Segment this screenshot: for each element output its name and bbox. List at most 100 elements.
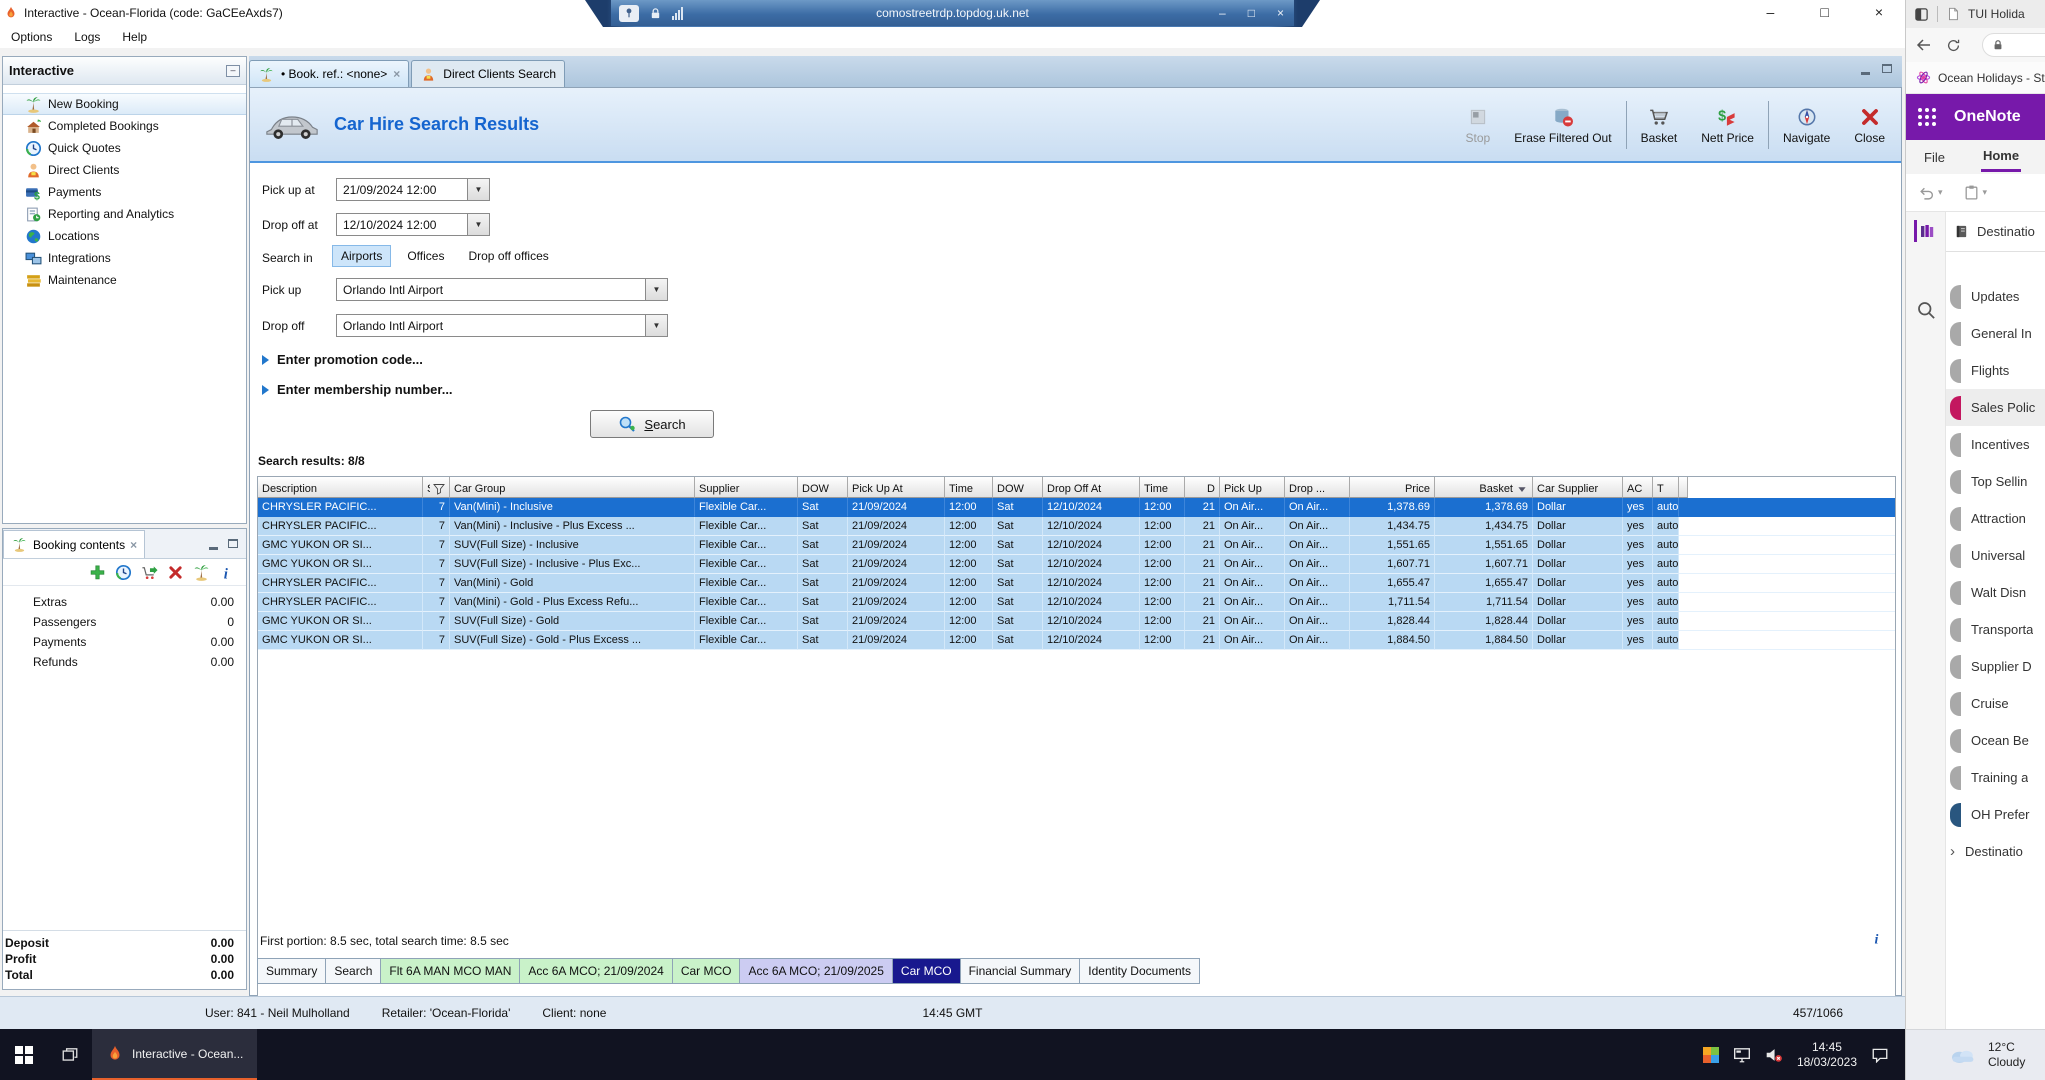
onenote-section[interactable]: › General In — [1946, 315, 2045, 352]
column-header[interactable]: DOW — [993, 477, 1043, 498]
collapse-panel-icon[interactable]: – — [226, 65, 240, 77]
onenote-section[interactable]: › Training a — [1946, 759, 2045, 796]
weather-cloud-icon[interactable] — [1948, 1045, 1978, 1065]
column-header[interactable]: Drop ... — [1285, 477, 1350, 498]
delete-icon[interactable] — [167, 564, 184, 581]
toolbar-button[interactable]: Basket — [1631, 104, 1688, 147]
onenote-section[interactable]: › Supplier D — [1946, 648, 2045, 685]
undo-button[interactable]: ▾ — [1918, 184, 1943, 201]
column-header[interactable]: Description — [258, 477, 423, 498]
restore-panel-icon[interactable] — [1882, 64, 1892, 73]
booking-section-tab[interactable]: Car MCO — [892, 958, 960, 984]
tree-item[interactable]: Integrations — [3, 247, 246, 269]
dropoff-at-input[interactable] — [336, 213, 468, 236]
onenote-section[interactable]: › Ocean Be — [1946, 722, 2045, 759]
maximize-button[interactable]: □ — [1820, 3, 1828, 21]
booking-section-tab[interactable]: Acc 6A MCO; 21/09/2024 — [519, 958, 671, 984]
onenote-section[interactable]: › Transporta — [1946, 611, 2045, 648]
table-row[interactable]: GMC YUKON OR SI...7 SUV(Full Size) - Inc… — [258, 536, 1895, 555]
paste-button[interactable]: ▾ — [1963, 184, 1988, 201]
refresh-icon[interactable] — [1946, 38, 1961, 53]
membership-expander[interactable]: Enter membership number... — [262, 382, 453, 397]
menu-item[interactable]: Help — [113, 28, 156, 46]
booking-section-tab[interactable]: Search — [325, 958, 380, 984]
rdp-close-button[interactable]: × — [1277, 6, 1284, 20]
antivirus-tray-icon[interactable] — [1703, 1047, 1719, 1063]
dropoff-location-select[interactable] — [336, 314, 646, 337]
table-row[interactable]: CHRYSLER PACIFIC...7 Van(Mini) - Inclusi… — [258, 517, 1895, 536]
column-header[interactable]: Drop Off At — [1043, 477, 1140, 498]
booking-section-tab[interactable]: Identity Documents — [1079, 958, 1200, 984]
back-icon[interactable] — [1916, 37, 1932, 53]
address-bar[interactable] — [1982, 33, 2045, 57]
search-in-option[interactable]: Offices — [399, 246, 452, 266]
column-header[interactable]: Supplier — [695, 477, 798, 498]
column-header[interactable]: Car Group — [450, 477, 695, 498]
toolbar-button[interactable]: Stop — [1456, 104, 1501, 147]
close-tab-icon[interactable]: × — [130, 538, 137, 552]
column-header[interactable]: Time — [945, 477, 993, 498]
table-row[interactable]: CHRYSLER PACIFIC...7 Van(Mini) - Gold - … — [258, 593, 1895, 612]
minimize-button[interactable]: – — [1767, 3, 1775, 21]
onenote-section[interactable]: › Flights — [1946, 352, 2045, 389]
table-row[interactable]: GMC YUKON OR SI...7 SUV(Full Size) - Inc… — [258, 555, 1895, 574]
booking-section-tab[interactable]: Flt 6A MAN MCO MAN — [380, 958, 519, 984]
info-icon[interactable]: i — [219, 564, 236, 581]
display-tray-icon[interactable] — [1733, 1047, 1751, 1063]
search-icon[interactable] — [1916, 300, 1936, 320]
notebook-header[interactable]: Destinatio — [1946, 212, 2045, 252]
rdp-minimize-button[interactable]: – — [1219, 6, 1226, 20]
taskbar-app-button[interactable]: Interactive - Ocean... — [92, 1029, 257, 1080]
booking-contents-tab[interactable]: Booking contents × — [3, 530, 145, 558]
close-tab-icon[interactable]: × — [393, 67, 400, 81]
move-to-basket-icon[interactable] — [141, 564, 158, 581]
column-header[interactable]: T — [1653, 477, 1679, 498]
onenote-section[interactable]: › Cruise — [1946, 685, 2045, 722]
tree-item[interactable]: Reporting and Analytics — [3, 203, 246, 225]
onenote-section[interactable]: › Universal — [1946, 537, 2045, 574]
quote-clock-icon[interactable] — [115, 564, 132, 581]
tab-booking-ref[interactable]: • Book. ref.: <none> × — [249, 60, 409, 87]
onenote-section[interactable]: › Incentives — [1946, 426, 2045, 463]
pickup-dropdown-icon[interactable]: ▼ — [646, 278, 668, 301]
minimize-panel-icon[interactable] — [1861, 72, 1870, 75]
tree-item[interactable]: $ Payments — [3, 181, 246, 203]
tree-item[interactable]: New Booking — [3, 93, 246, 115]
booking-section-tab[interactable]: Acc 6A MCO; 21/09/2025 — [739, 958, 891, 984]
toolbar-button[interactable] — [1768, 101, 1769, 149]
column-header[interactable]: Price — [1350, 477, 1435, 498]
tree-item[interactable]: Quick Quotes — [3, 137, 246, 159]
dropoff-dropdown-icon[interactable]: ▼ — [646, 314, 668, 337]
start-button[interactable] — [0, 1029, 48, 1080]
onenote-section[interactable]: › Updates — [1946, 278, 2045, 315]
booking-section-tab[interactable]: Car MCO — [672, 958, 740, 984]
notification-center-icon[interactable] — [1871, 1047, 1889, 1063]
column-header[interactable]: Car Supplier — [1533, 477, 1623, 498]
column-header[interactable]: S — [423, 477, 450, 498]
column-header[interactable]: D — [1185, 477, 1220, 498]
volume-muted-icon[interactable] — [1765, 1047, 1783, 1063]
search-in-option[interactable]: Airports — [332, 245, 391, 267]
tab-file[interactable]: File — [1922, 144, 1947, 171]
toolbar-button[interactable] — [1626, 101, 1627, 149]
booking-section-tab[interactable]: Financial Summary — [960, 958, 1080, 984]
onenote-section[interactable]: › OH Prefer — [1946, 796, 2045, 833]
column-header[interactable]: Pick Up — [1220, 477, 1285, 498]
rdp-restore-button[interactable]: □ — [1248, 6, 1255, 20]
notebooks-icon[interactable] — [1914, 220, 1936, 242]
pickup-location-select[interactable] — [336, 278, 646, 301]
promo-code-expander[interactable]: Enter promotion code... — [262, 352, 423, 367]
toolbar-button[interactable]: $ Nett Price — [1691, 104, 1764, 147]
add-icon[interactable] — [89, 564, 106, 581]
toolbar-button[interactable]: Navigate — [1773, 104, 1840, 147]
tab-home[interactable]: Home — [1981, 142, 2021, 172]
weather-widget[interactable]: 12°C Cloudy — [1988, 1040, 2025, 1070]
booking-section-tab[interactable]: Summary — [257, 958, 325, 984]
onenote-section[interactable]: › Sales Polic — [1946, 389, 2045, 426]
task-view-icon[interactable] — [48, 1029, 92, 1080]
tree-item[interactable]: Completed Bookings — [3, 115, 246, 137]
onenote-section[interactable]: › Top Sellin — [1946, 463, 2045, 500]
menu-item[interactable]: Logs — [65, 28, 109, 46]
tree-item[interactable]: Direct Clients — [3, 159, 246, 181]
onenote-section[interactable]: › Attraction — [1946, 500, 2045, 537]
